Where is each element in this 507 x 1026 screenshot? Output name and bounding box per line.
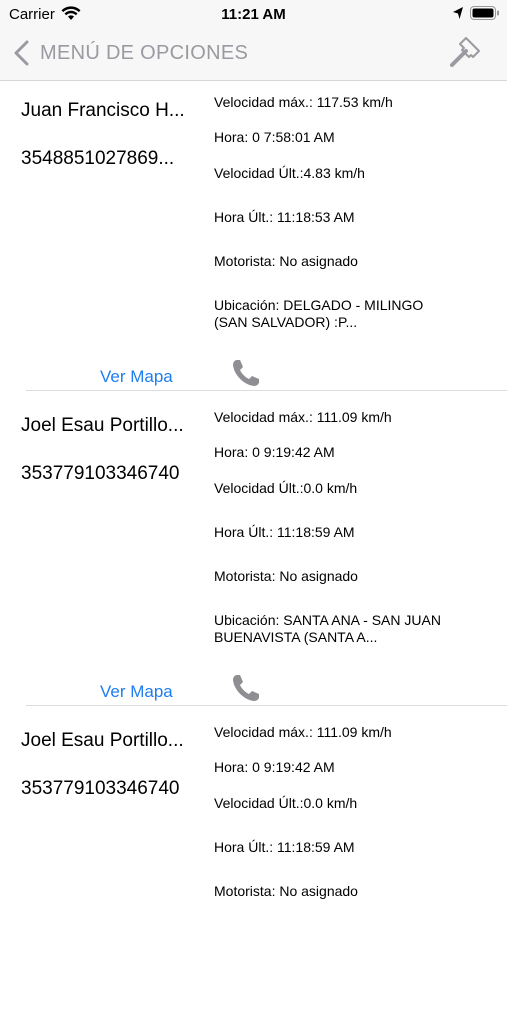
location-arrow-icon bbox=[453, 7, 463, 19]
row-divider bbox=[26, 705, 507, 706]
last-time: Hora Últ.: 11:18:53 AM bbox=[214, 209, 355, 225]
battery-icon bbox=[470, 6, 499, 20]
row-divider bbox=[26, 390, 507, 391]
status-bar: Carrier 11:21 AM bbox=[0, 0, 507, 28]
view-map-link[interactable]: Ver Mapa bbox=[100, 367, 173, 387]
vehicle-name: Joel Esau Portillo... bbox=[21, 415, 184, 436]
location: Ubicación: DELGADO - MILINGO (SAN SALVAD… bbox=[214, 297, 424, 330]
max-speed: Velocidad máx.: 111.09 km/h bbox=[214, 724, 392, 740]
vehicle-card[interactable]: Joel Esau Portillo... 353779103346740 Ve… bbox=[0, 711, 507, 1026]
navigation-bar: MENÚ DE OPCIONES bbox=[0, 28, 507, 81]
view-map-link[interactable]: Ver Mapa bbox=[100, 682, 173, 702]
back-button-label: MENÚ DE OPCIONES bbox=[40, 41, 249, 64]
location: Ubicación: SANTA ANA - SAN JUAN BUENAVIS… bbox=[214, 612, 441, 645]
vehicle-imei: 3548851027869... bbox=[21, 148, 175, 169]
last-speed: Velocidad Últ.:4.83 km/h bbox=[214, 165, 365, 181]
last-time: Hora Últ.: 11:18:59 AM bbox=[214, 839, 355, 855]
vehicle-name: Juan Francisco H... bbox=[21, 100, 185, 121]
back-button[interactable]: MENÚ DE OPCIONES bbox=[12, 38, 248, 68]
max-speed: Velocidad máx.: 111.09 km/h bbox=[214, 409, 392, 425]
last-speed: Velocidad Últ.:0.0 km/h bbox=[214, 480, 358, 496]
max-speed-time: Hora: 0 9:19:42 AM bbox=[214, 759, 335, 775]
max-speed: Velocidad máx.: 117.53 km/h bbox=[214, 94, 393, 110]
max-speed-time: Hora: 0 7:58:01 AM bbox=[214, 129, 335, 145]
max-speed-time: Hora: 0 9:19:42 AM bbox=[214, 444, 335, 460]
chevron-left-icon bbox=[14, 40, 29, 66]
hammer-icon[interactable] bbox=[446, 35, 482, 71]
vehicle-list[interactable]: Juan Francisco H... 3548851027869... Vel… bbox=[0, 81, 507, 1026]
vehicle-card[interactable]: Juan Francisco H... 3548851027869... Vel… bbox=[0, 81, 507, 396]
vehicle-imei: 353779103346740 bbox=[21, 463, 180, 484]
status-time: 11:21 AM bbox=[221, 6, 286, 23]
phone-icon[interactable] bbox=[230, 672, 262, 704]
driver: Motorista: No asignado bbox=[214, 253, 358, 269]
driver: Motorista: No asignado bbox=[214, 568, 358, 584]
driver: Motorista: No asignado bbox=[214, 883, 358, 899]
vehicle-imei: 353779103346740 bbox=[21, 778, 180, 799]
vehicle-name: Joel Esau Portillo... bbox=[21, 730, 184, 751]
last-speed: Velocidad Últ.:0.0 km/h bbox=[214, 795, 358, 811]
phone-icon[interactable] bbox=[230, 357, 262, 389]
last-time: Hora Últ.: 11:18:59 AM bbox=[214, 524, 355, 540]
vehicle-card[interactable]: Joel Esau Portillo... 353779103346740 Ve… bbox=[0, 396, 507, 711]
